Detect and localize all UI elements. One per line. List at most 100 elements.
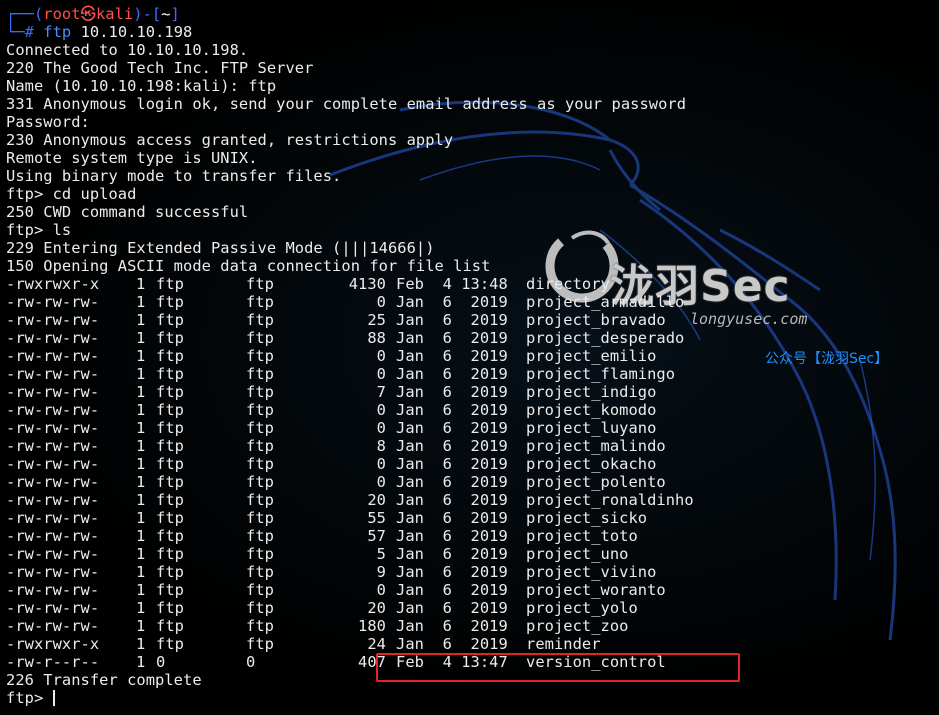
file-links: 1 <box>136 599 146 617</box>
file-date: Jan 6 2019 <box>396 545 508 563</box>
file-name: project_armadillo <box>526 293 685 311</box>
file-owner: ftp <box>156 275 184 293</box>
file-name: project_uno <box>526 545 629 563</box>
file-date: Jan 6 2019 <box>396 311 508 329</box>
listing-row: -rw-rw-rw- 1 ftp ftp 5 Jan 6 2019 project_uno <box>6 545 694 563</box>
listing-row: -rw-rw-rw- 1 ftp ftp 57 Jan 6 2019 project_tot… <box>6 527 694 545</box>
file-date: Jan 6 2019 <box>396 329 508 347</box>
file-permissions: -rw-rw-rw- <box>6 563 100 581</box>
listing-row: -rw-rw-rw- 1 ftp ftp 0 Jan 6 2019 project_flam… <box>6 365 694 383</box>
file-size: 0 <box>376 401 386 419</box>
file-links: 1 <box>136 545 146 563</box>
prompt-hash: # <box>24 23 34 41</box>
watermark-url: longyusec.com <box>690 310 808 328</box>
session-line: 230 Anonymous access granted, restrictio… <box>6 131 454 149</box>
file-links: 1 <box>136 527 146 545</box>
listing-row: -rw-rw-rw- 1 ftp ftp 0 Jan 6 2019 project_emil… <box>6 347 694 365</box>
file-permissions: -rw-rw-rw- <box>6 455 100 473</box>
session-line: Using binary mode to transfer files. <box>6 167 342 185</box>
file-name: project_yolo <box>526 599 638 617</box>
file-links: 1 <box>136 347 146 365</box>
file-group: 0 <box>246 653 256 671</box>
file-name: directory <box>526 275 610 293</box>
file-size: 0 <box>376 347 386 365</box>
listing-row: -rw-rw-rw- 1 ftp ftp 0 Jan 6 2019 project_luya… <box>6 419 694 437</box>
file-date: Jan 6 2019 <box>396 509 508 527</box>
prompt-at-symbol: ㉿ <box>80 5 96 23</box>
session-line: 150 Opening ASCII mode data connection f… <box>6 257 491 275</box>
file-permissions: -rw-rw-rw- <box>6 491 100 509</box>
file-permissions: -rw-rw-rw- <box>6 509 100 527</box>
session-line: 229 Entering Extended Passive Mode (|||1… <box>6 239 435 257</box>
file-owner: ftp <box>156 509 184 527</box>
file-name: project_ronaldinho <box>526 491 694 509</box>
file-owner: ftp <box>156 545 184 563</box>
file-size: 180 <box>358 617 386 635</box>
file-group: ftp <box>246 329 274 347</box>
listing-row: -rw-rw-rw- 1 ftp ftp 0 Jan 6 2019 project_arma… <box>6 293 694 311</box>
prompt-line-2: └─# ftp 10.10.10.198 <box>6 23 694 41</box>
file-group: ftp <box>246 365 274 383</box>
session-line: Password: <box>6 113 90 131</box>
file-permissions: -rw-rw-rw- <box>6 437 100 455</box>
file-date: Jan 6 2019 <box>396 383 508 401</box>
file-size: 5 <box>376 545 386 563</box>
file-size: 24 <box>367 635 386 653</box>
file-permissions: -rwxrwxr-x <box>6 635 100 653</box>
file-size: 0 <box>376 293 386 311</box>
file-date: Jan 6 2019 <box>396 437 508 455</box>
file-permissions: -rw-rw-rw- <box>6 473 100 491</box>
file-name: project_indigo <box>526 383 657 401</box>
file-date: Jan 6 2019 <box>396 365 508 383</box>
file-name: project_toto <box>526 527 638 545</box>
file-links: 1 <box>136 401 146 419</box>
text-cursor <box>52 690 55 706</box>
file-links: 1 <box>136 293 146 311</box>
session-line: ftp> ls <box>6 221 72 239</box>
file-size: 9 <box>376 563 386 581</box>
file-size: 0 <box>376 419 386 437</box>
file-permissions: -rw-rw-rw- <box>6 365 100 383</box>
file-links: 1 <box>136 473 146 491</box>
command-args: 10.10.10.198 <box>71 23 193 41</box>
file-name: project_okacho <box>526 455 657 473</box>
file-size: 0 <box>376 581 386 599</box>
file-links: 1 <box>136 455 146 473</box>
file-group: ftp <box>246 275 274 293</box>
file-group: ftp <box>246 599 274 617</box>
file-date: Jan 6 2019 <box>396 527 508 545</box>
file-name: project_sicko <box>526 509 648 527</box>
watermark-account: 公众号【泷羽Sec】 <box>765 351 889 367</box>
file-links: 1 <box>136 311 146 329</box>
file-name: project_woranto <box>526 581 666 599</box>
file-size: 8 <box>376 437 386 455</box>
file-owner: ftp <box>156 455 184 473</box>
prompt-frame-open: ┌──( <box>6 5 44 23</box>
file-group: ftp <box>246 473 274 491</box>
file-group: ftp <box>246 635 274 653</box>
file-links: 1 <box>136 419 146 437</box>
file-permissions: -rw-rw-rw- <box>6 311 100 329</box>
command-name: ftp <box>43 23 72 41</box>
terminal-window[interactable]: 泷羽Sec longyusec.com 公众号【泷羽Sec】 ┌──(root㉿… <box>0 0 939 715</box>
prompt-host: kali <box>95 5 134 23</box>
file-owner: 0 <box>156 653 166 671</box>
file-owner: ftp <box>156 599 184 617</box>
session-line: Connected to 10.10.10.198. <box>6 41 249 59</box>
file-date: Jan 6 2019 <box>396 563 508 581</box>
listing-row: -rw-rw-rw- 1 ftp ftp 88 Jan 6 2019 project_des… <box>6 329 694 347</box>
file-permissions: -rw-rw-rw- <box>6 347 100 365</box>
prompt-separator: )-[ <box>133 5 162 23</box>
file-name: project_bravado <box>526 311 666 329</box>
file-owner: ftp <box>156 293 184 311</box>
file-links: 1 <box>136 365 146 383</box>
session-line: 331 Anonymous login ok, send your comple… <box>6 95 687 113</box>
file-permissions: -rw-rw-rw- <box>6 383 100 401</box>
final-prompt-line[interactable]: ftp> <box>6 689 694 707</box>
file-group: ftp <box>246 563 274 581</box>
file-date: Jan 6 2019 <box>396 473 508 491</box>
file-owner: ftp <box>156 563 184 581</box>
file-name: reminder <box>526 635 601 653</box>
file-size: 88 <box>367 329 386 347</box>
listing-row: -rw-rw-rw- 1 ftp ftp 0 Jan 6 2019 project_pole… <box>6 473 694 491</box>
